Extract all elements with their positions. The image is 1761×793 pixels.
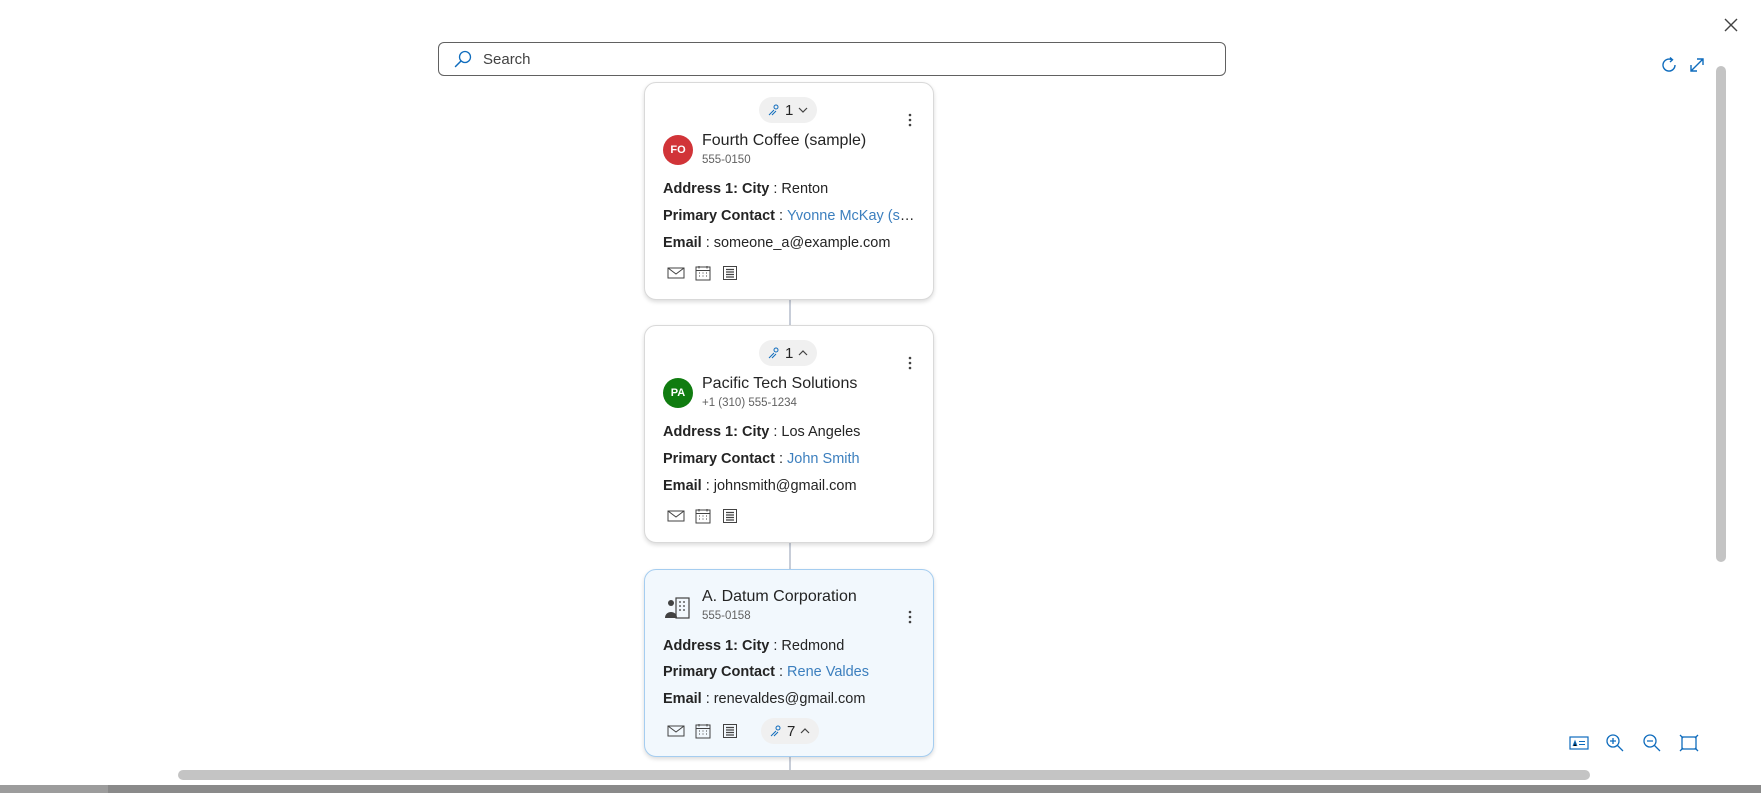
child-count: 1 [785, 101, 794, 119]
account-phone: 555-0150 [702, 154, 751, 166]
field-email: Email: renevaldes@gmail.com [663, 691, 866, 707]
child-count-toggle[interactable]: 1 [759, 340, 818, 366]
child-count-toggle[interactable]: 7 [761, 718, 820, 744]
more-vertical-icon [908, 610, 912, 624]
field-city: Address 1: City: Redmond [663, 638, 845, 654]
search-icon [454, 50, 472, 68]
more-options-button[interactable] [901, 352, 919, 374]
email-action-button[interactable] [667, 264, 685, 282]
field-email: Email: johnsmith@gmail.com [663, 478, 857, 494]
account-name[interactable]: Pacific Tech Solutions [702, 375, 857, 393]
card-view-button[interactable] [1566, 730, 1592, 756]
avatar: PA [663, 378, 693, 408]
card-view-icon [1569, 736, 1589, 750]
expand-icon [1690, 58, 1704, 72]
connector-line [789, 543, 791, 569]
horizontal-scrollbar[interactable] [178, 770, 1590, 780]
more-options-button[interactable] [901, 606, 919, 628]
field-primary-contact: Primary Contact: Yvonne McKay (sa... [663, 208, 919, 224]
fit-to-screen-icon [1679, 734, 1699, 752]
calendar-icon [695, 724, 711, 739]
phone-call-action-button[interactable] [721, 264, 739, 282]
more-vertical-icon [908, 356, 912, 370]
field-primary-contact: Primary Contact: John Smith [663, 451, 860, 467]
vertical-scrollbar[interactable] [1716, 66, 1726, 562]
close-button[interactable] [1718, 12, 1744, 38]
chevron-up-icon [798, 350, 808, 356]
account-card-selected[interactable]: A. Datum Corporation 555-0158 Address 1:… [644, 569, 934, 757]
appointment-action-button[interactable] [694, 507, 712, 525]
field-city: Address 1: City: Renton [663, 181, 829, 197]
refresh-button[interactable] [1656, 52, 1682, 78]
phone-call-action-button[interactable] [721, 722, 739, 740]
connector-line [789, 756, 791, 770]
more-vertical-icon [908, 113, 912, 127]
email-action-button[interactable] [667, 507, 685, 525]
zoom-out-icon [1643, 734, 1661, 752]
connector-line [789, 300, 791, 326]
zoom-out-button[interactable] [1639, 730, 1665, 756]
account-phone: 555-0158 [702, 610, 751, 622]
mail-icon [667, 725, 685, 737]
account-phone: +1 (310) 555-1234 [702, 397, 797, 409]
account-name[interactable]: A. Datum Corporation [702, 588, 857, 606]
search-box[interactable] [438, 42, 1226, 76]
hierarchy-icon [768, 347, 779, 359]
bottom-edge-segment [0, 785, 108, 793]
refresh-icon [1662, 56, 1676, 72]
note-icon [723, 509, 737, 523]
phone-call-action-button[interactable] [721, 507, 739, 525]
field-primary-contact: Primary Contact: Rene Valdes [663, 664, 869, 680]
avatar: FO [663, 135, 693, 165]
more-options-button[interactable] [901, 109, 919, 131]
appointment-action-button[interactable] [694, 264, 712, 282]
primary-contact-link[interactable]: John Smith [787, 451, 860, 467]
chevron-up-icon [800, 728, 810, 734]
mail-icon [667, 267, 685, 279]
primary-contact-link[interactable]: Yvonne McKay (sa... [787, 208, 919, 224]
close-icon [1724, 18, 1738, 32]
hierarchy-icon [770, 725, 781, 737]
note-icon [723, 724, 737, 738]
child-count: 1 [785, 344, 794, 362]
child-count: 7 [787, 722, 796, 740]
note-icon [723, 266, 737, 280]
account-card[interactable]: 1 FO Fourth Coffee (sample) 555-0150 Add… [644, 82, 934, 300]
field-email: Email: someone_a@example.com [663, 235, 891, 251]
fit-to-screen-button[interactable] [1676, 730, 1702, 756]
mail-icon [667, 510, 685, 522]
chevron-down-icon [798, 107, 808, 113]
building-people-icon [663, 592, 693, 622]
zoom-in-button[interactable] [1602, 730, 1628, 756]
field-city: Address 1: City: Los Angeles [663, 424, 861, 440]
child-count-toggle[interactable]: 1 [759, 97, 818, 123]
zoom-in-icon [1606, 734, 1624, 752]
account-name[interactable]: Fourth Coffee (sample) [702, 132, 866, 150]
calendar-icon [695, 509, 711, 524]
appointment-action-button[interactable] [694, 722, 712, 740]
bottom-edge-bar [0, 785, 1761, 793]
calendar-icon [695, 266, 711, 281]
account-card[interactable]: 1 PA Pacific Tech Solutions +1 (310) 555… [644, 325, 934, 543]
email-action-button[interactable] [667, 722, 685, 740]
hierarchy-icon [768, 104, 779, 116]
search-input[interactable] [481, 49, 1225, 69]
expand-button[interactable] [1684, 52, 1710, 78]
primary-contact-link[interactable]: Rene Valdes [787, 664, 869, 680]
